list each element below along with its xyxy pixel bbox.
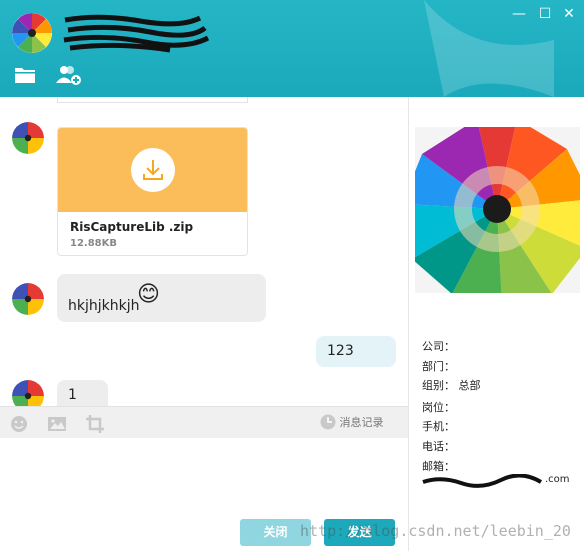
smile-icon[interactable] <box>10 415 28 433</box>
contact-photo <box>415 127 580 293</box>
add-user-icon[interactable] <box>56 64 81 86</box>
clock-icon <box>320 414 336 430</box>
message-text: 123 <box>327 343 354 359</box>
email-suffix: .com <box>545 474 570 485</box>
maximize-button[interactable]: ☐ <box>537 6 553 22</box>
minimize-button[interactable]: — <box>511 6 527 22</box>
smile-emoji-icon: 😊 <box>137 282 160 307</box>
message-bubble[interactable]: 1 <box>57 380 108 406</box>
input-toolbar: 消息记录 <box>0 406 408 439</box>
sender-avatar[interactable] <box>12 283 44 315</box>
message-text: hkjhjkhkjh <box>68 298 140 314</box>
folder-icon[interactable] <box>14 64 36 86</box>
department-label: 部门： <box>422 360 455 373</box>
phone-label: 电话： <box>422 440 455 453</box>
download-icon[interactable] <box>131 148 175 192</box>
message-bubble[interactable]: 123 <box>316 336 396 367</box>
group-value: 总部 <box>458 379 481 392</box>
history-button[interactable]: 消息记录 <box>320 414 384 430</box>
header-decoration <box>424 0 554 97</box>
image-icon[interactable] <box>47 415 67 433</box>
contact-avatar[interactable] <box>12 13 52 53</box>
contact-name-redacted <box>63 14 210 53</box>
file-size: 12.88KB <box>70 238 118 249</box>
watermark-text: http://blog.csdn.net/leebin_20 <box>300 522 571 540</box>
company-label: 公司： <box>422 340 455 353</box>
message-text: 1 <box>68 387 77 403</box>
file-name: RisCaptureLib .zip <box>70 220 194 234</box>
chat-messages[interactable]: RisCaptureLib .zip 12.88KB hkjhjkhkjh 😊 … <box>0 97 408 406</box>
previous-message-edge <box>57 97 248 103</box>
message-bubble[interactable]: hkjhjkhkjh 😊 <box>57 274 266 322</box>
sender-avatar[interactable] <box>12 380 44 406</box>
sender-avatar[interactable] <box>12 122 44 154</box>
group-label: 组别： 总部 <box>422 379 481 392</box>
history-label: 消息记录 <box>339 416 384 429</box>
close-window-button[interactable]: ✕ <box>561 6 577 22</box>
file-message-card[interactable]: RisCaptureLib .zip 12.88KB <box>57 127 248 256</box>
mobile-label: 手机： <box>422 420 455 433</box>
contact-profile-panel: 公司： 部门： 组别： 总部 岗位： 手机： 电话： 邮箱： .com <box>408 97 584 551</box>
email-label: 邮箱： <box>422 460 455 473</box>
position-label: 岗位： <box>422 401 455 414</box>
screenshot-icon[interactable] <box>86 415 104 433</box>
window-header: — ☐ ✕ <box>0 0 584 97</box>
